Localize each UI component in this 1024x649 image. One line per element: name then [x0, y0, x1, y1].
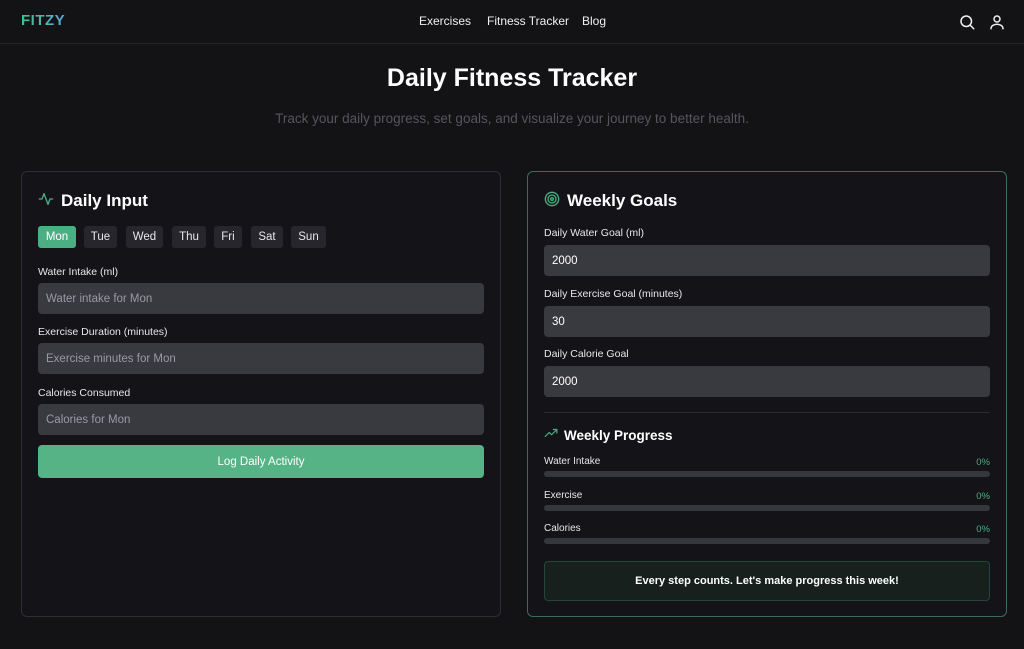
exercise-duration-input[interactable]: Exercise minutes for Mon: [38, 343, 484, 374]
daily-input-card: Daily Input Mon Tue Wed Thu Fri Sat Sun …: [21, 171, 501, 617]
progress-percent-calories: 0%: [976, 524, 990, 535]
progress-percent-water: 0%: [976, 457, 990, 468]
water-goal-label: Daily Water Goal (ml): [544, 227, 644, 239]
day-button-tue[interactable]: Tue: [84, 226, 117, 248]
calorie-goal-input[interactable]: 2000: [544, 366, 990, 397]
progress-bar-water: [544, 471, 990, 477]
progress-label-exercise: Exercise: [544, 490, 583, 501]
day-button-sun[interactable]: Sun: [291, 226, 326, 248]
divider: [544, 412, 990, 413]
page-subtitle: Track your daily progress, set goals, an…: [275, 111, 749, 126]
user-icon[interactable]: [988, 13, 1006, 31]
progress-bar-exercise: [544, 505, 990, 511]
top-navbar: FITZY Exercises Fitness Tracker Blog: [0, 0, 1024, 44]
calories-consumed-label: Calories Consumed: [38, 387, 131, 399]
target-icon: [544, 191, 560, 212]
weekly-progress-header: Weekly Progress: [544, 426, 673, 445]
nav-fitness-tracker[interactable]: Fitness Tracker: [487, 14, 569, 28]
search-icon[interactable]: [958, 13, 976, 31]
exercise-duration-label: Exercise Duration (minutes): [38, 326, 168, 338]
weekly-goals-header: Weekly Goals: [544, 190, 677, 212]
weekly-progress-title: Weekly Progress: [564, 428, 673, 443]
day-button-wed[interactable]: Wed: [126, 226, 163, 248]
day-button-thu[interactable]: Thu: [172, 226, 206, 248]
progress-percent-exercise: 0%: [976, 491, 990, 502]
exercise-goal-label: Daily Exercise Goal (minutes): [544, 288, 683, 300]
day-button-sat[interactable]: Sat: [251, 226, 283, 248]
progress-label-water: Water Intake: [544, 456, 601, 467]
day-button-mon[interactable]: Mon: [38, 226, 76, 248]
trending-up-icon: [544, 426, 558, 445]
water-intake-label: Water Intake (ml): [38, 266, 119, 278]
daily-input-title: Daily Input: [61, 191, 148, 210]
water-intake-input[interactable]: Water intake for Mon: [38, 283, 484, 314]
nav-blog[interactable]: Blog: [582, 14, 606, 28]
page-title: Daily Fitness Tracker: [386, 64, 638, 92]
nav-exercises[interactable]: Exercises: [419, 14, 471, 28]
nav-links: Exercises Fitness Tracker Blog: [0, 14, 1024, 30]
water-goal-input[interactable]: 2000: [544, 245, 990, 276]
calorie-goal-label: Daily Calorie Goal: [544, 348, 629, 360]
exercise-goal-input[interactable]: 30: [544, 306, 990, 337]
calories-consumed-input[interactable]: Calories for Mon: [38, 404, 484, 435]
log-daily-activity-button[interactable]: Log Daily Activity: [38, 445, 484, 478]
progress-label-calories: Calories: [544, 523, 581, 534]
daily-input-header: Daily Input: [38, 190, 148, 212]
weekly-goals-card: Weekly Goals Daily Water Goal (ml) 2000 …: [527, 171, 1007, 617]
activity-icon: [38, 191, 54, 212]
day-button-fri[interactable]: Fri: [214, 226, 242, 248]
weekly-goals-title: Weekly Goals: [567, 191, 678, 210]
motivation-message: Every step counts. Let's make progress t…: [544, 561, 990, 601]
progress-bar-calories: [544, 538, 990, 544]
